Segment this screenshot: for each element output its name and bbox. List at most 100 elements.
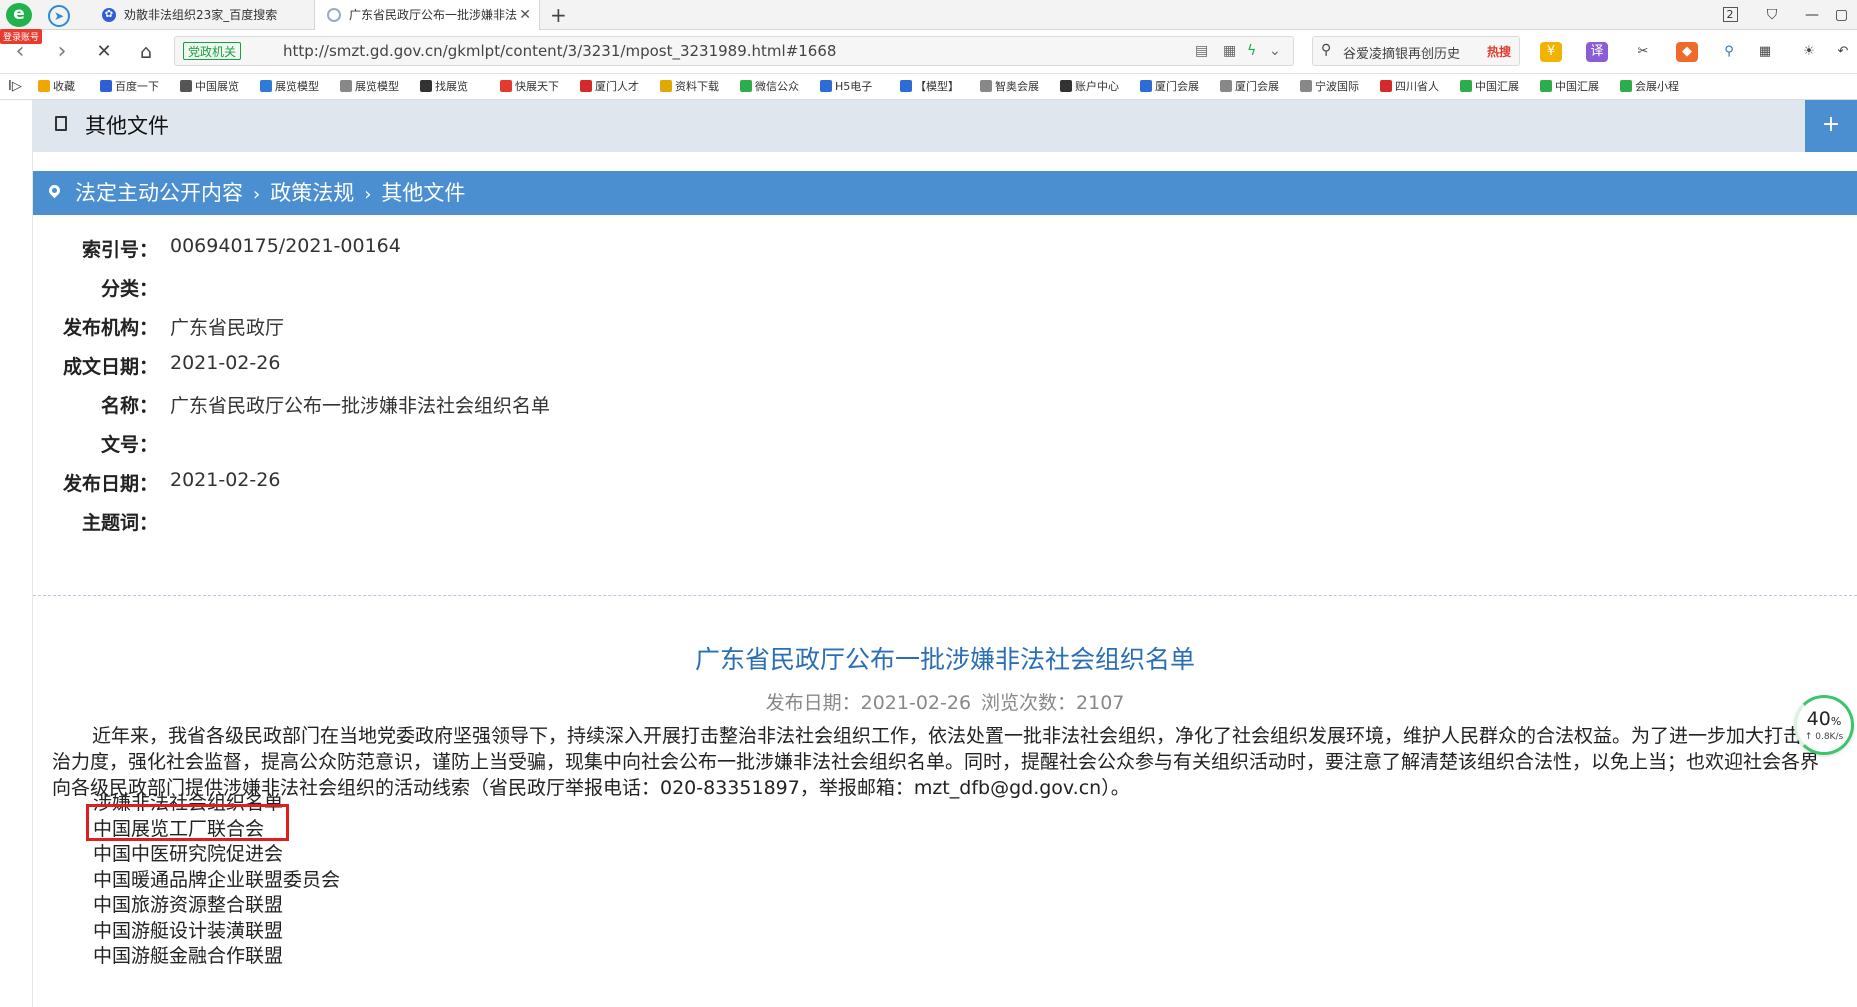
apps-grid-icon[interactable]: ▦ (1754, 42, 1776, 62)
tab-current-page[interactable]: 广东省民政厅公布一批涉嫌非法 ✕ (314, 0, 540, 30)
bookmark-item[interactable]: 收藏 (38, 74, 96, 100)
undo-icon[interactable]: ↶ (1832, 42, 1854, 62)
page-icon (1300, 80, 1312, 92)
bookmarks-bar: I▷ 收藏 百度一下 中国展览 展览模型 展览模型 找展览 快展天下 厦门人才 资料下载 微信公众 H… (0, 74, 1857, 100)
search-box[interactable]: ⚲ 谷爱凌摘银再创历史 热搜 (1312, 36, 1520, 66)
bookmark-item[interactable]: 找展览 (420, 74, 498, 100)
bookmark-label: 中国展览 (195, 80, 239, 93)
maximize-button[interactable]: ▢ (1826, 0, 1857, 30)
bookmark-label: 找展览 (435, 80, 468, 93)
page-content: 其他文件 + 法定主动公开内容 › 政策法规 › 其他文件 索引号： 006940175… (0, 100, 1857, 1007)
game-extension-icon[interactable]: ◆ (1676, 42, 1698, 62)
bookmark-item[interactable]: 资料下载 (660, 74, 738, 100)
shirt-skin-icon[interactable]: ⛉ (1752, 0, 1792, 30)
page-icon (340, 80, 352, 92)
list-item: 中国游艇金融合作联盟 (93, 945, 284, 967)
view-count: 浏览次数：2107 (981, 692, 1125, 714)
grid-icon[interactable]: ▦ (1223, 41, 1236, 61)
bookmark-item[interactable]: 中国汇展 (1460, 74, 1538, 100)
meta-value: 2021-02-26 (170, 469, 281, 491)
paw-icon (100, 80, 112, 92)
vee-icon (1460, 80, 1472, 92)
expand-button[interactable]: + (1805, 100, 1857, 152)
chevron-down-icon[interactable]: ⌄ (1269, 41, 1281, 61)
meta-label: 主题词： (81, 512, 158, 534)
bookmark-item[interactable]: 账户中心 (1060, 74, 1138, 100)
dashed-divider (33, 595, 1857, 596)
bookmark-item[interactable]: 【模型】 (900, 74, 978, 100)
navigation-compass-icon[interactable]: ➤ (48, 5, 70, 27)
new-tab-button[interactable]: + (550, 2, 567, 28)
list-item: 中国中医研究院促进会 (93, 843, 284, 865)
bookmark-item[interactable]: 快展天下 (500, 74, 578, 100)
highlight-annotation-box (86, 804, 289, 841)
address-bar[interactable]: 党政机关 http://smzt.gd.gov.cn/gkmlpt/conten… (174, 36, 1294, 66)
tab-baidu-search[interactable]: ✿ 劝散非法组织23家_百度搜索 (90, 0, 312, 30)
breadcrumb-item[interactable]: 政策法规 (270, 181, 354, 205)
hot-search-label: 热搜 (1486, 45, 1511, 59)
breadcrumb: 法定主动公开内容 › 政策法规 › 其他文件 (33, 171, 1857, 215)
chevron-right-icon: › (364, 184, 372, 205)
bookmark-item[interactable]: H5电子 (820, 74, 898, 100)
login-account-badge[interactable]: 登录账号 (0, 29, 43, 44)
browser-logo-icon[interactable]: e (6, 3, 32, 27)
coin-extension-icon[interactable]: ¥ (1540, 42, 1562, 62)
meta-label: 索引号： (81, 239, 158, 261)
bookmark-item[interactable]: 会展小程 (1620, 74, 1698, 100)
meta-value: 广东省民政厅公布一批涉嫌非法社会组织名单 (170, 395, 551, 417)
bookmark-item[interactable]: 展览模型 (260, 74, 338, 100)
fire-icon (420, 80, 432, 92)
bookmark-label: 会展小程 (1635, 80, 1679, 93)
bookmark-label: 微信公众 (755, 80, 799, 93)
vee-icon (1620, 80, 1632, 92)
meta-label: 名称： (100, 395, 158, 417)
bookmark-item[interactable]: 百度一下 (100, 74, 178, 100)
bookmark-item[interactable]: 宁波国际 (1300, 74, 1378, 100)
bookmark-item[interactable]: 中国汇展 (1540, 74, 1618, 100)
bookmark-label: 厦门人才 (595, 80, 639, 93)
translate-extension-icon[interactable]: 译 (1586, 42, 1608, 62)
breadcrumb-item[interactable]: 法定主动公开内容 (75, 181, 243, 205)
network-speed-widget[interactable]: 40% ↑ 0.8K/s (1794, 695, 1854, 755)
reader-mode-icon[interactable]: ▤ (1195, 41, 1208, 61)
bookmark-item[interactable]: 厦门会展 (1220, 74, 1298, 100)
bookmark-item[interactable]: 展览模型 (340, 74, 418, 100)
breadcrumb-item[interactable]: 其他文件 (381, 181, 465, 205)
bookmarks-toggle-icon[interactable]: I▷ (8, 74, 22, 100)
bookmark-item[interactable]: 中国展览 (180, 74, 258, 100)
globe-icon (900, 80, 912, 92)
brightness-icon[interactable]: ☀ (1798, 42, 1820, 62)
bookmark-label: H5电子 (835, 80, 873, 93)
speed-rate: ↑ 0.8K/s (1804, 732, 1844, 742)
bookmark-label: 账户中心 (1075, 80, 1119, 93)
meta-label: 分类： (100, 278, 158, 300)
gov-site-tag: 党政机关 (183, 42, 242, 60)
badge-icon (1380, 80, 1392, 92)
browser-toolbar: ‹ › ✕ ⌂ 党政机关 http://smzt.gd.gov.cn/gkmlp… (0, 30, 1857, 74)
badge-icon (1140, 80, 1152, 92)
bookmark-label: 厦门会展 (1235, 80, 1279, 93)
bookmark-label: 中国汇展 (1475, 80, 1519, 93)
tab-close-icon[interactable]: ✕ (519, 0, 531, 30)
bookmark-item[interactable]: 厦门人才 (580, 74, 658, 100)
loop-icon (820, 80, 832, 92)
bookmark-label: 资料下载 (675, 80, 719, 93)
stop-icon[interactable]: ✕ (90, 38, 118, 66)
bookmark-item[interactable]: 四川省人 (1380, 74, 1458, 100)
forward-button[interactable]: › (48, 38, 76, 66)
speed-percent: 40% (1806, 708, 1842, 730)
lightning-icon[interactable]: ϟ (1247, 41, 1256, 61)
url-text[interactable]: http://smzt.gd.gov.cn/gkmlpt/content/3/3… (283, 37, 836, 65)
meta-label: 发布日期： (62, 473, 158, 495)
magnifier-icon[interactable]: ⚲ (1718, 42, 1740, 62)
bookmark-item[interactable]: 智奥会展 (980, 74, 1058, 100)
scissors-icon[interactable]: ✂ (1632, 42, 1654, 62)
tab-bar: e ➤ ✿ 劝散非法组织23家_百度搜索 广东省民政厅公布一批涉嫌非法 ✕ + … (0, 0, 1857, 30)
meta-value: 广东省民政厅 (170, 317, 285, 339)
page-number-badge[interactable]: 2 (1710, 0, 1750, 30)
bookmark-item[interactable]: 厦门会展 (1140, 74, 1218, 100)
publish-date: 发布日期：2021-02-26 (765, 692, 972, 714)
home-icon[interactable]: ⌂ (132, 38, 160, 66)
bookmark-item[interactable]: 微信公众 (740, 74, 818, 100)
meta-label: 发布机构： (62, 317, 158, 339)
